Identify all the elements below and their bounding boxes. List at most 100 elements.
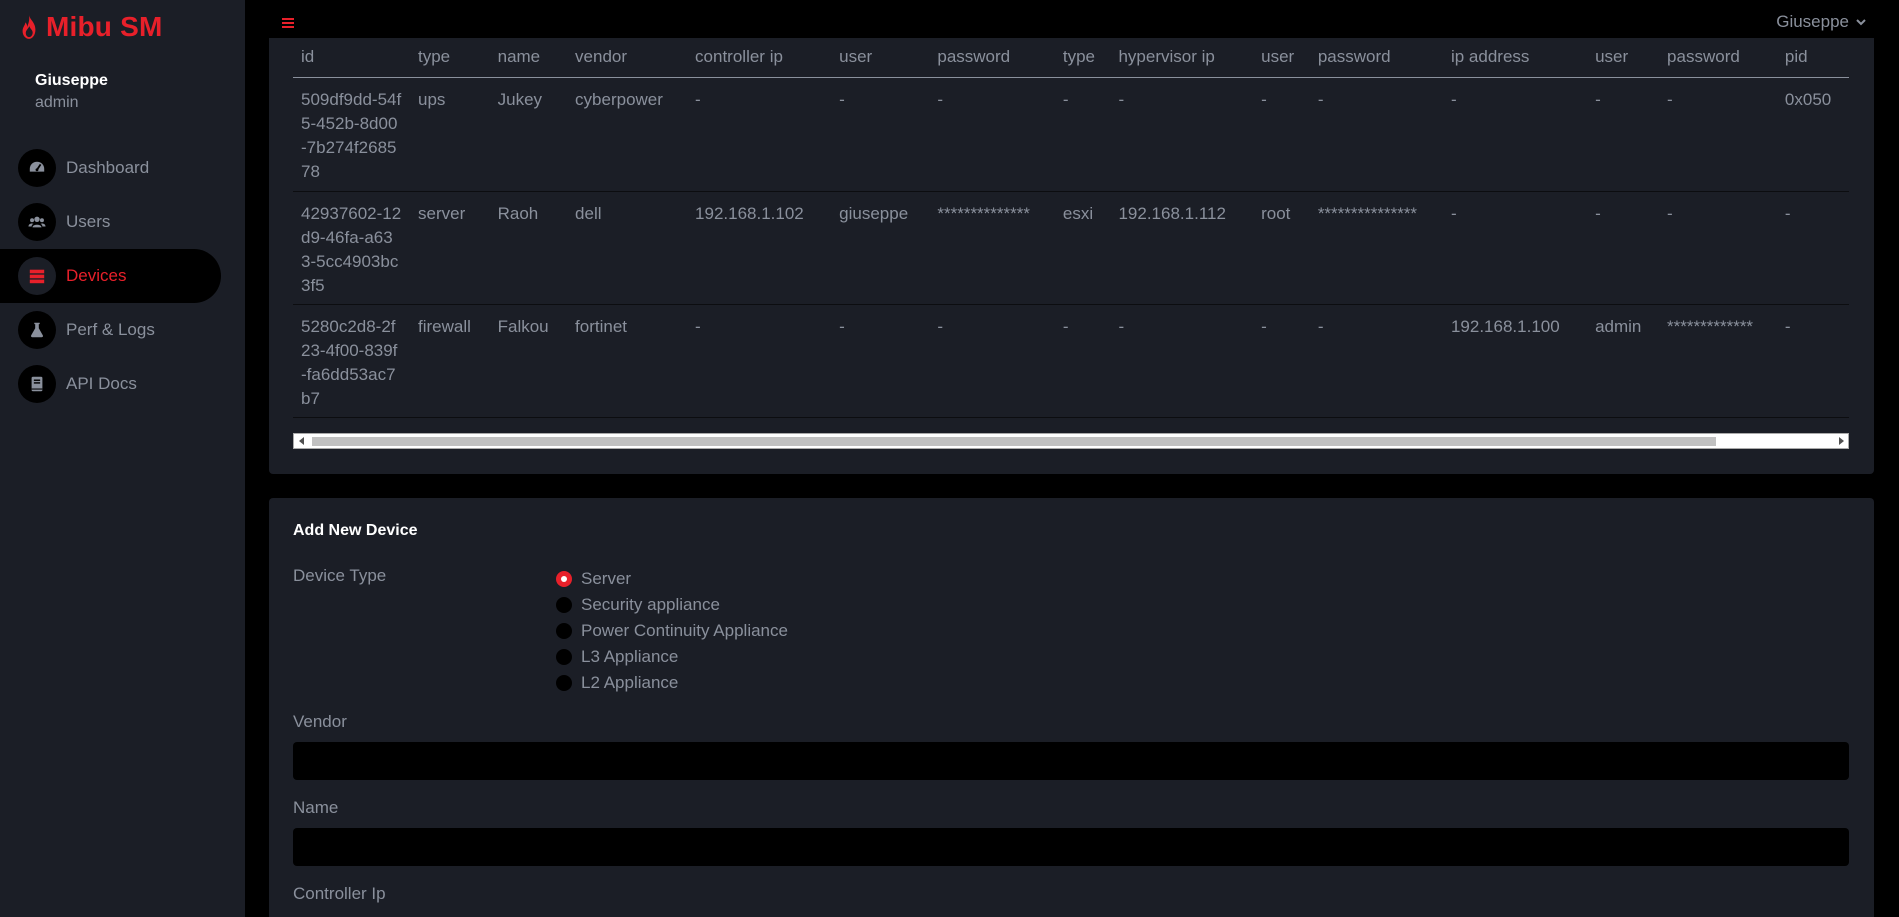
table-cell: - xyxy=(687,304,832,418)
radio-power-continuity-appliance[interactable]: Power Continuity Appliance xyxy=(556,618,788,644)
table-cell: - xyxy=(831,304,930,418)
scroll-right-arrow-icon[interactable] xyxy=(1839,437,1844,445)
table-cell: ups xyxy=(410,77,490,192)
table-cell: admin xyxy=(1587,304,1660,418)
users-icon xyxy=(18,203,56,241)
radio-label: L3 Appliance xyxy=(581,647,679,666)
table-cell: Falkou xyxy=(489,304,568,418)
table-cell: - xyxy=(1309,77,1443,192)
column-header: controller ip xyxy=(687,38,832,78)
add-device-card: Add New Device Device Type Server Securi… xyxy=(269,498,1874,917)
radio-label: Server xyxy=(581,569,632,588)
table-cell: 42937602-12d9-46fa-a633-5cc4903bc3f5 xyxy=(293,191,410,305)
brand-logo[interactable]: Mibu SM xyxy=(18,10,163,44)
table-cell: - xyxy=(1110,77,1254,192)
table-cell: - xyxy=(1442,77,1588,192)
table-cell: - xyxy=(1253,77,1310,192)
column-header: type xyxy=(410,38,490,78)
table-row[interactable]: 42937602-12d9-46fa-a633-5cc4903bc3f5 ser… xyxy=(293,191,1849,305)
devices-icon xyxy=(18,257,56,295)
flask-icon xyxy=(18,311,56,349)
table-row[interactable]: 509df9dd-54f5-452b-8d00-7b274f268578 ups… xyxy=(293,77,1849,192)
table-cell: - xyxy=(1309,304,1443,418)
table-cell: - xyxy=(1442,191,1588,305)
scroll-left-arrow-icon[interactable] xyxy=(299,437,304,445)
column-header: name xyxy=(489,38,568,78)
sidebar-item-label: Users xyxy=(66,212,111,231)
column-header: user xyxy=(1587,38,1660,78)
book-icon xyxy=(18,365,56,403)
table-cell: 0x050 xyxy=(1776,77,1849,192)
table-cell: - xyxy=(1054,304,1111,418)
user-menu-dropdown[interactable]: Giuseppe xyxy=(1776,12,1867,32)
name-input[interactable] xyxy=(293,828,1849,866)
vendor-input[interactable] xyxy=(293,742,1849,780)
table-cell: ************** xyxy=(929,191,1055,305)
table-cell: - xyxy=(929,77,1055,192)
radio-label: Power Continuity Appliance xyxy=(581,621,788,640)
column-header: password xyxy=(1309,38,1443,78)
table-cell: Raoh xyxy=(489,191,568,305)
vendor-label: Vendor xyxy=(293,712,347,731)
dashboard-icon xyxy=(18,149,56,187)
radio-label: Security appliance xyxy=(581,595,720,614)
column-header: user xyxy=(1253,38,1310,78)
column-header: hypervisor ip xyxy=(1110,38,1254,78)
name-label: Name xyxy=(293,798,339,817)
radio-checked-icon xyxy=(556,571,572,587)
sidebar-item-label: Perf & Logs xyxy=(66,320,155,339)
radio-label: L2 Appliance xyxy=(581,673,679,692)
menu-toggle-button[interactable] xyxy=(268,3,308,43)
sidebar-nav: Dashboard Users Devices Perf & Logs API … xyxy=(0,141,221,411)
add-device-title: Add New Device xyxy=(293,522,418,539)
hamburger-icon xyxy=(282,18,294,28)
flame-icon xyxy=(22,15,36,39)
column-header: pid xyxy=(1776,38,1849,78)
sidebar-item-label: Devices xyxy=(66,266,127,285)
chevron-down-icon xyxy=(1856,19,1866,26)
profile-name: Giuseppe xyxy=(35,72,108,89)
table-cell: esxi xyxy=(1054,191,1111,305)
radio-security-appliance[interactable]: Security appliance xyxy=(556,592,788,618)
table-header-row: id type name vendor controller ip user p… xyxy=(293,38,1849,78)
table-cell: - xyxy=(831,77,930,192)
horizontal-scrollbar[interactable] xyxy=(293,433,1849,449)
radio-server[interactable]: Server xyxy=(556,566,788,592)
table-cell: 192.168.1.100 xyxy=(1442,304,1588,418)
user-profile: Giuseppe admin xyxy=(35,72,108,112)
sidebar-item-label: API Docs xyxy=(66,374,137,393)
table-cell: - xyxy=(1659,77,1777,192)
sidebar-item-perf-logs[interactable]: Perf & Logs xyxy=(18,303,221,357)
profile-role: admin xyxy=(35,94,79,111)
table-cell: 192.168.1.112 xyxy=(1110,191,1254,305)
table-cell: - xyxy=(687,77,832,192)
sidebar-item-label: Dashboard xyxy=(66,158,150,177)
radio-unchecked-icon xyxy=(556,623,572,639)
sidebar-item-dashboard[interactable]: Dashboard xyxy=(18,141,221,195)
radio-unchecked-icon xyxy=(556,649,572,665)
table-cell: - xyxy=(1587,191,1660,305)
radio-l3-appliance[interactable]: L3 Appliance xyxy=(556,644,788,670)
scrollbar-thumb[interactable] xyxy=(312,437,1716,446)
column-header: id xyxy=(293,38,410,78)
radio-l2-appliance[interactable]: L2 Appliance xyxy=(556,670,788,696)
table-cell: server xyxy=(410,191,490,305)
sidebar-item-devices[interactable]: Devices xyxy=(0,249,221,303)
device-type-label: Device Type xyxy=(293,566,387,585)
table-cell: giuseppe xyxy=(831,191,930,305)
table-cell: fortinet xyxy=(567,304,688,418)
table-cell: - xyxy=(1110,304,1254,418)
sidebar-item-api-docs[interactable]: API Docs xyxy=(18,357,221,411)
table-cell: 192.168.1.102 xyxy=(687,191,832,305)
devices-table: id type name vendor controller ip user p… xyxy=(293,38,1849,418)
radio-unchecked-icon xyxy=(556,597,572,613)
table-cell: - xyxy=(929,304,1055,418)
table-cell: - xyxy=(1253,304,1310,418)
table-cell: firewall xyxy=(410,304,490,418)
table-cell: - xyxy=(1054,77,1111,192)
sidebar-item-users[interactable]: Users xyxy=(18,195,221,249)
column-header: ip address xyxy=(1442,38,1588,78)
device-type-radio-group: Server Security appliance Power Continui… xyxy=(556,566,788,696)
table-cell: root xyxy=(1253,191,1310,305)
table-row[interactable]: 5280c2d8-2f23-4f00-839f-fa6dd53ac7b7 fir… xyxy=(293,304,1849,418)
